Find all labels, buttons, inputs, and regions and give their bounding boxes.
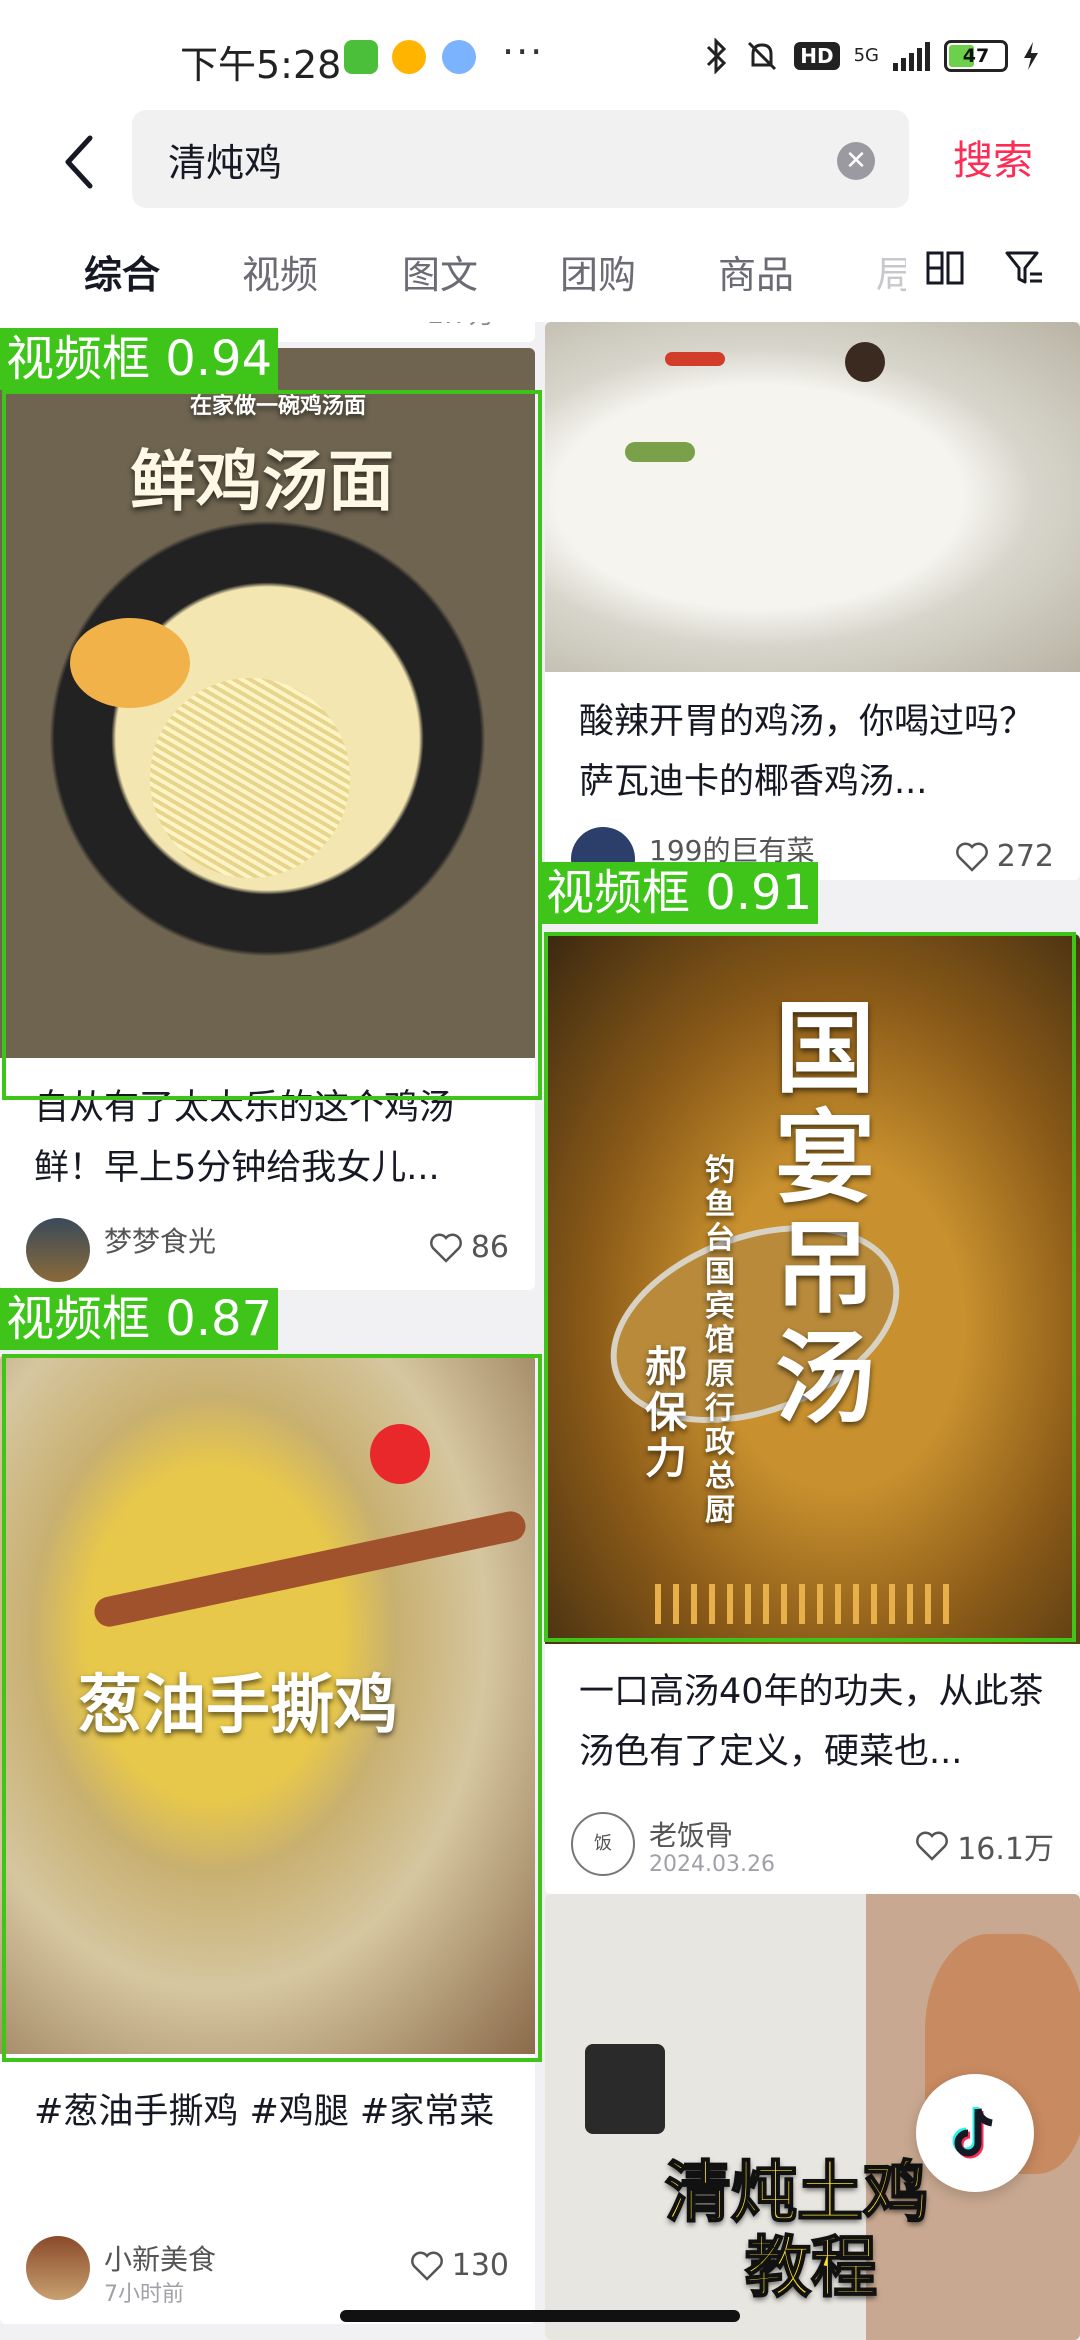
battery-icon: 47 xyxy=(944,40,1008,72)
avatar[interactable] xyxy=(26,2236,90,2300)
clear-icon[interactable]: ✕ xyxy=(837,142,875,180)
thumbnail-chef-name: 郝保力 xyxy=(645,1342,688,1483)
search-query: 清炖鸡 xyxy=(168,141,283,185)
thumbnail-title: 国宴吊汤 xyxy=(775,990,875,1437)
author-name[interactable]: 梦梦食光 xyxy=(104,1220,216,1260)
post-date: 7小时前 xyxy=(104,2282,184,2307)
card-meta: 小新美食 7小时前 130 xyxy=(26,2236,509,2307)
card-title: #葱油手撕鸡 #鸡腿 #家常菜 xyxy=(34,2092,495,2132)
battery-level: 47 xyxy=(962,45,990,67)
mushroom-image xyxy=(845,342,885,382)
avatar[interactable]: 饭 xyxy=(571,1812,635,1876)
wechat-app-icon xyxy=(344,40,378,74)
video-thumbnail: 国宴吊汤 钓鱼台国宾馆原行政总厨 郝保力 xyxy=(545,934,1080,1644)
thumbnail-title-line2: 教程 xyxy=(744,2228,878,2307)
like-count: 272 xyxy=(996,839,1054,874)
video-thumbnail xyxy=(545,322,1080,672)
result-card-coconut-chicken-soup[interactable]: 酸辣开胃的鸡汤，你喝过吗？萨瓦迪卡的椰香鸡汤... 199的巨有菜 272 xyxy=(545,322,1080,880)
noodles-image xyxy=(150,678,350,878)
detection-label-2: 视频框 0.91 xyxy=(540,862,819,924)
like-count: 86 xyxy=(470,1230,509,1265)
result-card-chicken-noodle-soup[interactable]: 在家做一碗鸡汤面 鲜鸡汤面 自从有了太太乐的这个鸡汤鲜！早上5分钟给我女儿...… xyxy=(0,348,535,1290)
thumbnail-title: 葱油手撕鸡 xyxy=(78,1669,398,1743)
bluetooth-icon xyxy=(707,38,727,74)
like-counter[interactable]: 16.1万 xyxy=(915,1824,1054,1868)
like-counter[interactable]: 86 xyxy=(429,1230,509,1265)
tab-comprehensive[interactable]: 综合 xyxy=(84,244,160,299)
app58-icon xyxy=(392,40,426,74)
chili-image xyxy=(370,1424,430,1484)
card-title: 酸辣开胃的鸡汤，你喝过吗？萨瓦迪卡的椰香鸡汤... xyxy=(579,702,1035,802)
signal-icon xyxy=(893,41,930,71)
herb-image xyxy=(625,442,695,462)
like-count: 16.1万 xyxy=(957,1832,1054,1867)
like-counter[interactable]: 130 xyxy=(410,2248,509,2283)
partial-like-count: 2.7万 xyxy=(428,322,495,331)
tab-group-buy[interactable]: 团购 xyxy=(560,244,636,299)
tab-products[interactable]: 商品 xyxy=(718,244,794,299)
layout-toggle-icon[interactable] xyxy=(925,248,965,288)
tab-partial[interactable]: 局 xyxy=(876,244,906,299)
video-thumbnail: 葱油手撕鸡 xyxy=(0,1354,535,2054)
filter-icon[interactable] xyxy=(1004,248,1044,288)
card-title: 自从有了太太乐的这个鸡汤鲜！早上5分钟给我女儿... xyxy=(34,1088,455,1188)
network-type: 5G xyxy=(853,45,879,66)
author-name[interactable]: 小新美食 xyxy=(104,2238,216,2278)
egg-image xyxy=(70,618,190,708)
search-input[interactable]: 清炖鸡 ✕ xyxy=(132,110,909,208)
avatar[interactable] xyxy=(26,1218,90,1282)
thumbnail-title: 鲜鸡汤面 xyxy=(130,443,394,520)
palace-graphic xyxy=(655,1584,955,1624)
kettle-image xyxy=(585,2044,665,2134)
floating-tiktok-button[interactable] xyxy=(916,2074,1034,2192)
tab-video[interactable]: 视频 xyxy=(242,244,318,299)
post-date: 2024.03.26 xyxy=(649,1852,775,1877)
result-card-state-banquet-broth[interactable]: 国宴吊汤 钓鱼台国宾馆原行政总厨 郝保力 一口高汤40年的功夫，从此茶汤色有了定… xyxy=(545,934,1080,1894)
search-header: 清炖鸡 ✕ 搜索 xyxy=(0,110,1080,222)
thumbnail-caption: 在家做一碗鸡汤面 xyxy=(190,394,367,419)
home-indicator[interactable] xyxy=(340,2310,740,2322)
tab-image-text[interactable]: 图文 xyxy=(402,244,478,299)
cloud-app-icon xyxy=(442,40,476,74)
like-counter[interactable]: 272 xyxy=(955,839,1054,874)
heart-icon xyxy=(916,1831,949,1861)
tiktok-icon xyxy=(952,2107,993,2159)
heart-icon xyxy=(429,1233,462,1263)
video-thumbnail: 在家做一碗鸡汤面 鲜鸡汤面 xyxy=(0,348,535,1058)
author-name[interactable]: 老饭骨 xyxy=(649,1814,733,1854)
detection-label-1: 视频框 0.94 xyxy=(0,328,279,390)
heart-icon xyxy=(410,2251,443,2281)
like-count: 130 xyxy=(451,2248,509,2283)
chili-image xyxy=(665,352,725,366)
card-title: 一口高汤40年的功夫，从此茶汤色有了定义，硬菜也... xyxy=(579,1672,1044,1772)
result-card-scallion-chicken[interactable]: 葱油手撕鸡 #葱油手撕鸡 #鸡腿 #家常菜 小新美食 7小时前 130 xyxy=(0,1354,535,2324)
search-button[interactable]: 搜索 xyxy=(953,128,1033,186)
thumbnail-subtitle: 钓鱼台国宾馆原行政总厨 xyxy=(705,1153,735,1528)
card-meta: 饭 老饭骨 2024.03.26 16.1万 xyxy=(571,1812,1054,1882)
mute-icon xyxy=(748,41,777,71)
heart-icon xyxy=(955,842,988,872)
hd-badge: HD xyxy=(794,42,840,70)
charging-icon xyxy=(1024,42,1038,70)
status-time: 下午5:28 xyxy=(180,43,342,87)
chopsticks-image xyxy=(91,1508,529,1630)
card-meta: 梦梦食光 86 xyxy=(26,1218,509,1288)
detection-label-3: 视频框 0.87 xyxy=(0,1288,279,1350)
back-button[interactable] xyxy=(48,122,108,202)
more-notifications-icon: ··· xyxy=(502,30,545,74)
search-results-feed: 2.7万 在家做一碗鸡汤面 鲜鸡汤面 自从有了太太乐的这个鸡汤鲜！早上5分钟给我… xyxy=(0,322,1080,2340)
status-bar: 下午5:28 ··· HD 5G 47 xyxy=(0,0,1080,110)
back-arrow-icon xyxy=(65,135,93,189)
filter-tabs: 综合 视频 图文 团购 商品 局 xyxy=(0,222,1080,322)
